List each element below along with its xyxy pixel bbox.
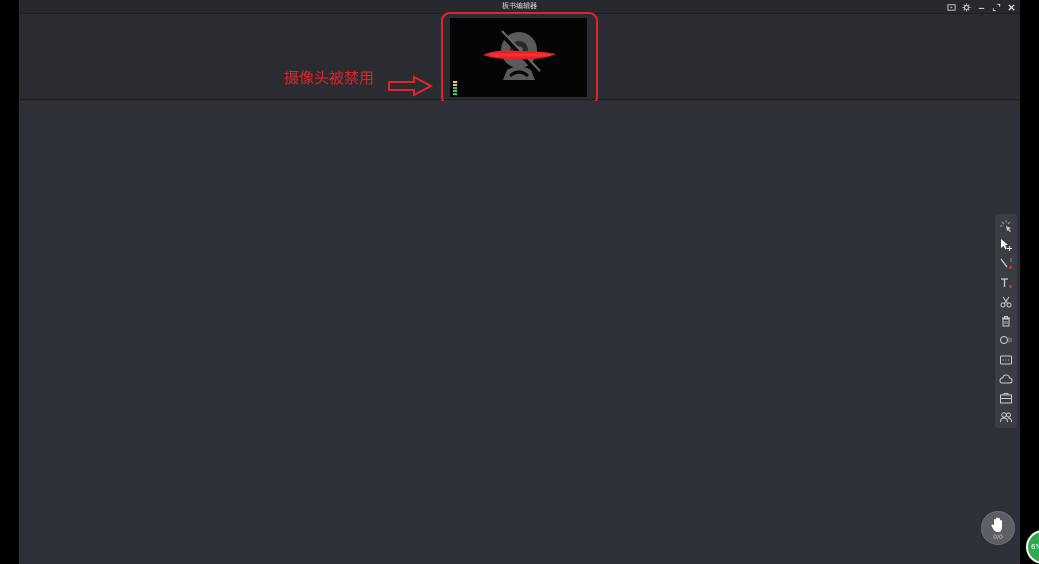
screen-share-icon[interactable] — [947, 3, 956, 12]
text-icon[interactable] — [997, 275, 1015, 291]
close-icon[interactable] — [1007, 3, 1016, 12]
restore-icon[interactable] — [992, 3, 1001, 12]
drawing-toolbar — [995, 214, 1017, 428]
board-editor-window: 板书编辑器 摄像头被禁用 0/0 — [19, 0, 1020, 564]
camera-disabled-annotation: 摄像头被禁用 — [284, 69, 375, 87]
raise-hand-count: 0/0 — [993, 534, 1003, 541]
right-letterbox — [1020, 0, 1039, 564]
cloud-icon[interactable] — [997, 371, 1015, 387]
pen-icon[interactable] — [997, 256, 1015, 272]
highlight-frame — [441, 12, 598, 106]
minimize-icon[interactable] — [977, 3, 986, 12]
gear-icon[interactable] — [962, 3, 971, 12]
users-icon[interactable] — [997, 409, 1015, 425]
trash-icon[interactable] — [997, 313, 1015, 329]
subtitle-icon[interactable] — [997, 352, 1015, 368]
raise-hand-button[interactable]: 0/0 — [981, 511, 1015, 545]
status-badge-text: 6% — [1031, 543, 1039, 551]
window-title: 板书编辑器 — [502, 2, 537, 10]
video-strip: 摄像头被禁用 — [19, 12, 1020, 106]
left-letterbox — [0, 0, 19, 564]
shape-icon[interactable] — [997, 332, 1015, 348]
hand-icon — [991, 517, 1002, 532]
toolbox-icon[interactable] — [997, 390, 1015, 406]
scissors-icon[interactable] — [997, 294, 1015, 310]
window-controls — [947, 1, 1016, 13]
select-move-icon[interactable] — [997, 237, 1015, 253]
laser-pointer-icon[interactable] — [997, 218, 1015, 234]
annotation-arrow-icon — [388, 75, 434, 97]
whiteboard-canvas[interactable] — [19, 101, 1020, 564]
